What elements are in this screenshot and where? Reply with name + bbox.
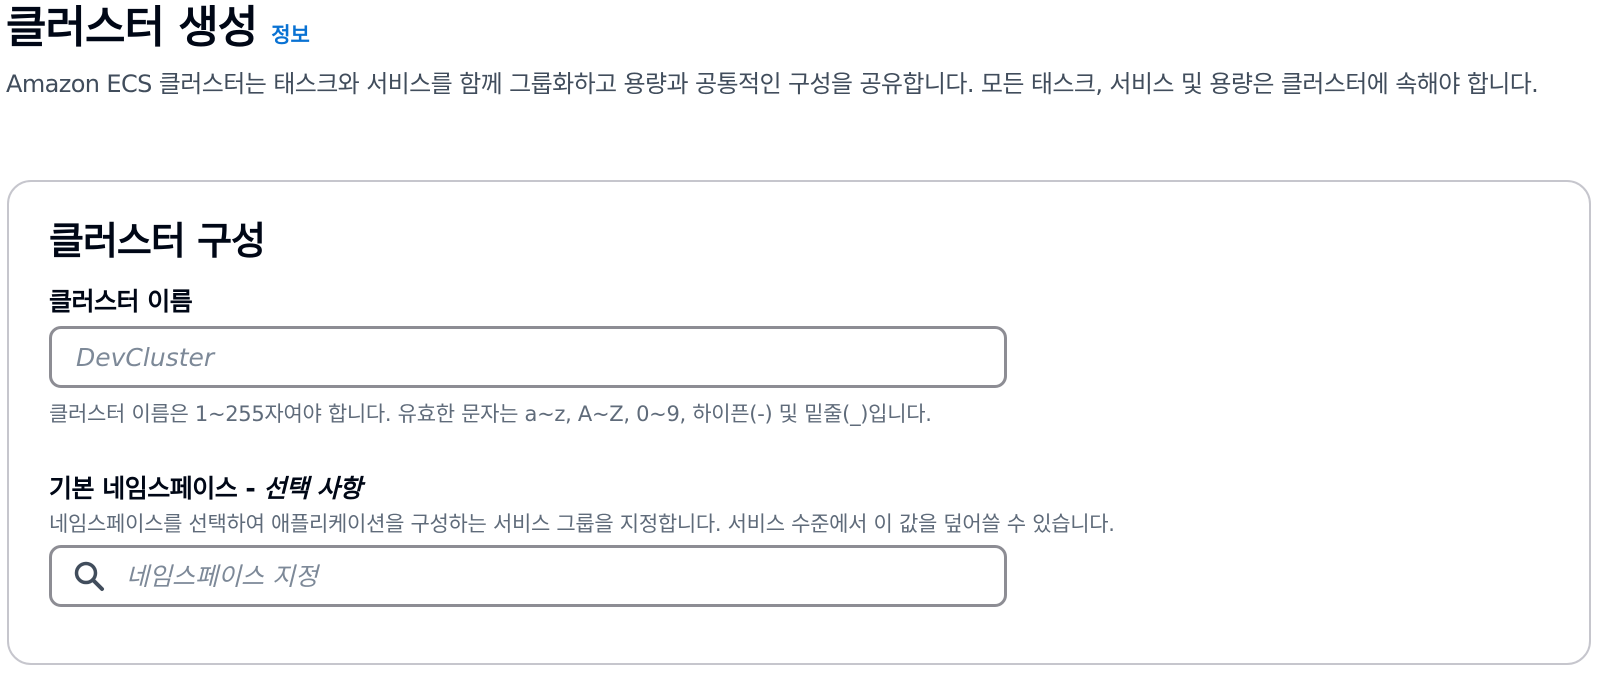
info-link[interactable]: 정보: [271, 19, 310, 49]
default-namespace-description: 네임스페이스를 선택하여 애플리케이션을 구성하는 서비스 그룹을 지정합니다.…: [49, 512, 1115, 536]
page-description: Amazon ECS 클러스터는 태스크와 서비스를 함께 그룹화하고 용량과 …: [6, 70, 1539, 98]
cluster-name-constraint: 클러스터 이름은 1~255자여야 합니다. 유효한 문자는 a~z, A~Z,…: [49, 402, 932, 426]
label-separator: -: [237, 474, 264, 503]
cluster-name-label: 클러스터 이름: [49, 287, 193, 316]
page-title: 클러스터 생성: [6, 2, 258, 53]
cluster-name-input[interactable]: [49, 326, 1007, 388]
title-row: 클러스터 생성 정보: [6, 0, 1596, 62]
section-title: 클러스터 구성: [49, 219, 266, 263]
optional-label: 선택 사항: [263, 474, 363, 503]
default-namespace-label-text: 기본 네임스페이스: [49, 474, 238, 503]
default-namespace-label: 기본 네임스페이스 - 선택 사항: [49, 469, 362, 505]
cluster-configuration-container: 클러스터 구성 클러스터 이름 클러스터 이름은 1~255자여야 합니다. 유…: [7, 180, 1591, 665]
namespace-search-input[interactable]: [49, 545, 1007, 607]
page-header: 클러스터 생성 정보 Amazon ECS 클러스터는 태스크와 서비스를 함께…: [6, 0, 1596, 105]
namespace-search-field: [49, 545, 1007, 607]
